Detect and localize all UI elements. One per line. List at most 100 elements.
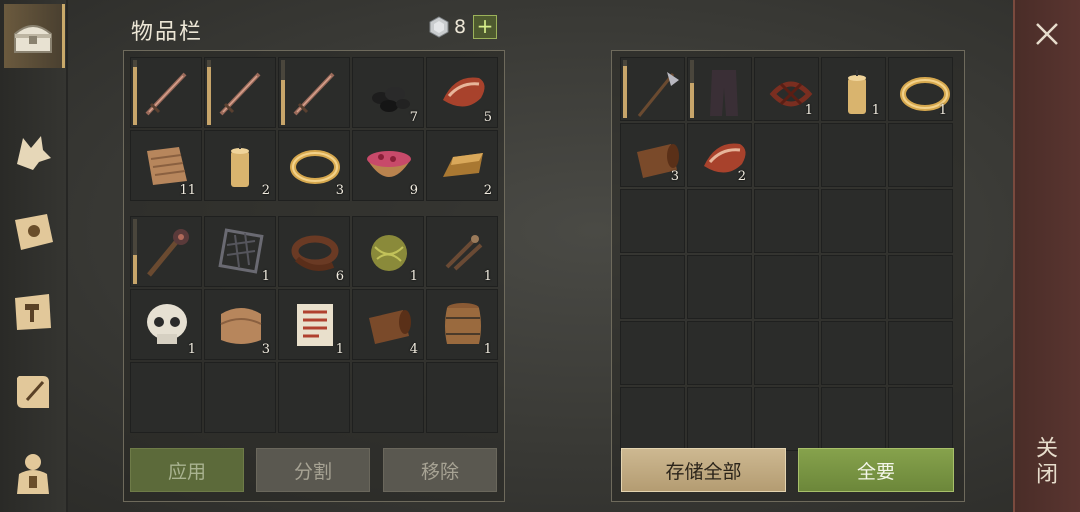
- empty-slot[interactable]: [130, 362, 202, 433]
- wolf-tab[interactable]: [4, 120, 62, 184]
- item-quantity: 1: [804, 103, 813, 118]
- wolf-icon: [17, 136, 51, 170]
- durability-bar: [623, 60, 627, 118]
- item-quantity: 5: [483, 110, 492, 125]
- inventory-slot[interactable]: 3: [620, 123, 685, 187]
- inventory-chest-tab[interactable]: [4, 4, 65, 68]
- skull-icon: [147, 304, 187, 344]
- inventory-slot[interactable]: 1: [130, 289, 202, 360]
- inventory-slot[interactable]: [130, 216, 202, 287]
- inventory-slot[interactable]: 3: [204, 289, 276, 360]
- durability-bar: [690, 60, 694, 118]
- empty-slot[interactable]: [754, 387, 819, 451]
- item-quantity: 9: [409, 183, 418, 198]
- inventory-slot[interactable]: 1: [754, 57, 819, 121]
- inventory-slot[interactable]: 1: [888, 57, 953, 121]
- close-label[interactable]: 关闭: [1032, 436, 1060, 488]
- inventory-slot[interactable]: 1: [821, 57, 886, 121]
- crafting-tab[interactable]: [4, 280, 62, 344]
- take-all-button[interactable]: 全要: [798, 448, 954, 492]
- inventory-slot[interactable]: [130, 57, 202, 128]
- sword-icon: [219, 72, 261, 116]
- item-quantity: 1: [483, 269, 492, 284]
- empty-slot[interactable]: [888, 255, 953, 319]
- empty-slot[interactable]: [821, 189, 886, 253]
- empty-slot[interactable]: [620, 255, 685, 319]
- item-quantity: 4: [409, 342, 418, 357]
- inventory-slot[interactable]: 9: [352, 130, 424, 201]
- inventory-slot[interactable]: 1: [426, 216, 498, 287]
- pants-icon: [710, 70, 738, 116]
- candle-icon: [231, 143, 249, 187]
- item-quantity: 2: [737, 169, 746, 184]
- empty-slot[interactable]: [687, 189, 752, 253]
- berry-bowl-icon: [367, 151, 411, 177]
- use-button[interactable]: 应用: [130, 448, 244, 492]
- empty-slot[interactable]: [888, 321, 953, 385]
- scroll-quill-icon: [17, 376, 49, 408]
- sun-book-tab[interactable]: [4, 200, 62, 264]
- barrel-icon: [445, 303, 481, 344]
- inventory-slot[interactable]: 1: [426, 289, 498, 360]
- inventory-slot[interactable]: 1: [352, 216, 424, 287]
- inventory-slot[interactable]: 11: [130, 130, 202, 201]
- item-quantity: 3: [670, 169, 679, 184]
- sword-icon: [293, 72, 335, 116]
- inventory-slot[interactable]: [204, 57, 276, 128]
- inventory-slot[interactable]: 2: [426, 130, 498, 201]
- character-tab[interactable]: [4, 440, 62, 504]
- durability-bar: [281, 60, 285, 125]
- empty-slot[interactable]: [204, 362, 276, 433]
- item-quantity: 1: [483, 342, 492, 357]
- empty-slot[interactable]: [888, 123, 953, 187]
- empty-slot[interactable]: [754, 123, 819, 187]
- inventory-slot[interactable]: 2: [204, 130, 276, 201]
- inventory-slot[interactable]: [620, 57, 685, 121]
- item-quantity: 6: [335, 269, 344, 284]
- empty-slot[interactable]: [620, 321, 685, 385]
- empty-slot[interactable]: [754, 189, 819, 253]
- empty-slot[interactable]: [888, 189, 953, 253]
- item-quantity: 1: [938, 103, 947, 118]
- inventory-slot[interactable]: 4: [352, 289, 424, 360]
- empty-slot[interactable]: [754, 255, 819, 319]
- inventory-slot[interactable]: 6: [278, 216, 350, 287]
- empty-slot[interactable]: [821, 387, 886, 451]
- inventory-slot[interactable]: [687, 57, 752, 121]
- empty-slot[interactable]: [888, 387, 953, 451]
- quest-tab[interactable]: [4, 360, 62, 424]
- item-quantity: 1: [261, 269, 270, 284]
- empty-slot[interactable]: [620, 387, 685, 451]
- inventory-slot[interactable]: 7: [352, 57, 424, 128]
- fabric-icon: [220, 308, 262, 344]
- halberd-icon: [637, 72, 679, 117]
- empty-slot[interactable]: [278, 362, 350, 433]
- empty-slot[interactable]: [352, 362, 424, 433]
- inventory-title: 物品栏: [131, 20, 204, 45]
- inventory-slot[interactable]: 5: [426, 57, 498, 128]
- gold-ring-icon: [290, 150, 340, 184]
- buy-gems-button[interactable]: +: [473, 15, 497, 39]
- inventory-slot[interactable]: 1: [278, 289, 350, 360]
- inventory-slot[interactable]: [278, 57, 350, 128]
- empty-slot[interactable]: [687, 255, 752, 319]
- empty-slot[interactable]: [687, 321, 752, 385]
- inventory-slot[interactable]: 3: [278, 130, 350, 201]
- sun-book-icon: [15, 214, 53, 250]
- empty-slot[interactable]: [687, 387, 752, 451]
- empty-slot[interactable]: [821, 321, 886, 385]
- store-all-button[interactable]: 存储全部: [621, 448, 786, 492]
- empty-slot[interactable]: [754, 321, 819, 385]
- inventory-slot[interactable]: 2: [687, 123, 752, 187]
- empty-slot[interactable]: [821, 255, 886, 319]
- durability-bar: [133, 219, 137, 284]
- split-button[interactable]: 分割: [256, 448, 370, 492]
- item-quantity: 7: [409, 110, 418, 125]
- inventory-slot[interactable]: 1: [204, 216, 276, 287]
- remove-button[interactable]: 移除: [383, 448, 497, 492]
- herb-ball-icon: [371, 235, 407, 271]
- close-icon[interactable]: [1033, 20, 1061, 48]
- empty-slot[interactable]: [620, 189, 685, 253]
- empty-slot[interactable]: [821, 123, 886, 187]
- empty-slot[interactable]: [426, 362, 498, 433]
